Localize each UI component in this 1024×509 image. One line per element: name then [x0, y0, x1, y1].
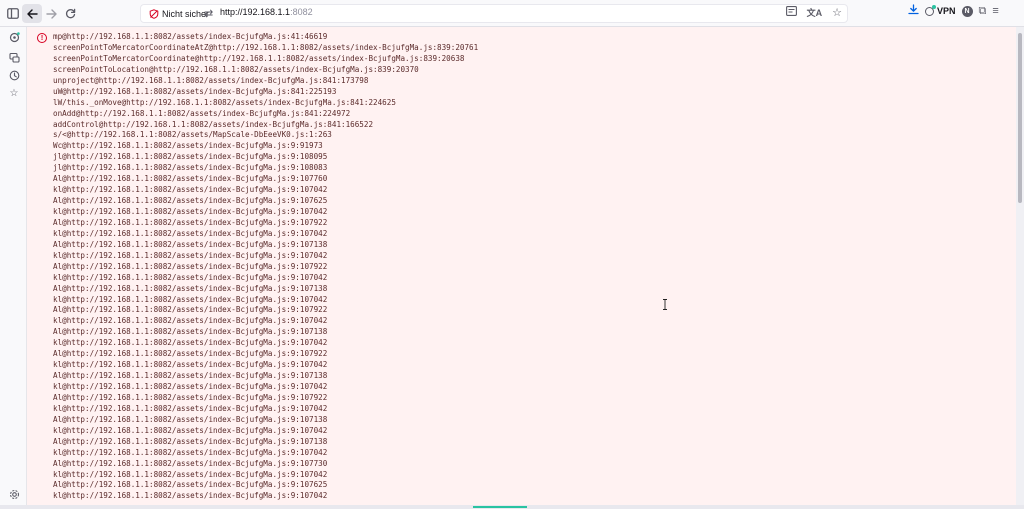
stack-frame: jl@http://192.168.1.1:8082/assets/index-… — [53, 152, 328, 162]
stack-frame: kl@http://192.168.1.1:8082/assets/index-… — [53, 207, 328, 216]
account-avatar[interactable]: N — [961, 5, 973, 17]
customize-sidebar-icon[interactable] — [8, 488, 20, 500]
stack-frame: s/<@http://192.168.1.1:8082/assets/MapSc… — [53, 130, 332, 140]
history-icon[interactable] — [8, 69, 20, 81]
permissions-icon[interactable]: ⇄ — [204, 7, 213, 20]
stack-frame: Al@http://192.168.1.1:8082/assets/index-… — [53, 436, 328, 446]
bookmarks-icon[interactable]: ☆ — [8, 87, 20, 99]
stack-frame: screenPointToLocation@http://192.168.1.1… — [53, 64, 419, 74]
stack-frame: kl@http://192.168.1.1:8082/assets/index-… — [53, 403, 328, 413]
stack-frame: kl@http://192.168.1.1:8082/assets/index-… — [53, 250, 328, 260]
extensions-icon[interactable]: ⧉ — [979, 5, 987, 18]
stack-frame: Al@http://192.168.1.1:8082/assets/index-… — [53, 196, 328, 206]
vpn-status-icon — [925, 4, 936, 16]
bookmark-star-icon[interactable]: ☆ — [832, 6, 842, 19]
reload-button[interactable] — [60, 4, 80, 23]
stack-frame: kl@http://192.168.1.1:8082/assets/index-… — [53, 228, 328, 238]
downloads-icon[interactable] — [908, 4, 919, 18]
stack-frame: Al@http://192.168.1.1:8082/assets/index-… — [53, 217, 328, 227]
stack-frame: kl@http://192.168.1.1:8082/assets/index-… — [53, 469, 328, 479]
sidebar-toggle-icon[interactable] — [3, 4, 23, 23]
stack-frame: screenPointToMercatorCoordinate@http://1… — [53, 53, 465, 63]
ai-chatbot-icon[interactable] — [8, 31, 20, 43]
stack-frame: mp@http://192.168.1.1:8082/assets/index-… — [53, 32, 328, 41]
vpn-label: VPN — [937, 6, 956, 16]
stack-frame: lW/this._onMove@http://192.168.1.1:8082/… — [53, 97, 396, 107]
stack-frame: kl@http://192.168.1.1:8082/assets/index-… — [53, 338, 328, 348]
stack-frame: Al@http://192.168.1.1:8082/assets/index-… — [53, 414, 328, 424]
stack-frame: addControl@http://192.168.1.1:8082/asset… — [53, 119, 374, 129]
translate-icon[interactable]: 文A — [807, 6, 823, 19]
stack-frame: Al@http://192.168.1.1:8082/assets/index-… — [53, 174, 328, 184]
stack-frame: screenPointToMercatorCoordinateAtZ@http:… — [53, 42, 479, 52]
stack-frame: kl@http://192.168.1.1:8082/assets/index-… — [53, 272, 328, 282]
stack-frame: kl@http://192.168.1.1:8082/assets/index-… — [53, 382, 328, 391]
stack-frame: kl@http://192.168.1.1:8082/assets/index-… — [53, 185, 328, 195]
stack-frame: kl@http://192.168.1.1:8082/assets/index-… — [53, 360, 328, 370]
url-port: :8082 — [290, 7, 313, 17]
text-cursor-icon — [663, 299, 667, 310]
stack-frame: Al@http://192.168.1.1:8082/assets/index-… — [53, 371, 328, 381]
stack-frame: kl@http://192.168.1.1:8082/assets/index-… — [53, 491, 328, 501]
vpn-button[interactable]: VPN — [925, 4, 956, 16]
stack-frame: Al@http://192.168.1.1:8082/assets/index-… — [53, 458, 328, 468]
scrollbar-thumb[interactable] — [1018, 33, 1022, 203]
stack-frame: Al@http://192.168.1.1:8082/assets/index-… — [53, 305, 328, 315]
forward-button[interactable] — [41, 4, 61, 23]
stack-frame: Al@http://192.168.1.1:8082/assets/index-… — [53, 283, 328, 293]
stack-frame: Al@http://192.168.1.1:8082/assets/index-… — [53, 349, 328, 359]
stack-frame: Al@http://192.168.1.1:8082/assets/index-… — [53, 392, 328, 402]
security-label: Nicht sicher — [162, 8, 210, 19]
stack-frame: Al@http://192.168.1.1:8082/assets/index-… — [53, 480, 328, 490]
address-bar[interactable]: Nicht sicher ⇄ http://192.168.1.1:8082 文… — [140, 4, 848, 23]
stack-frame: Al@http://192.168.1.1:8082/assets/index-… — [53, 261, 328, 271]
stack-frame: Al@http://192.168.1.1:8082/assets/index-… — [53, 239, 328, 249]
stack-frame: onAdd@http://192.168.1.1:8082/assets/ind… — [53, 108, 351, 118]
stack-frame: kl@http://192.168.1.1:8082/assets/index-… — [53, 425, 328, 435]
stack-frame: Al@http://192.168.1.1:8082/assets/index-… — [53, 327, 328, 337]
reader-view-icon[interactable] — [785, 6, 797, 19]
taskbar-active-indicator — [473, 506, 527, 508]
stack-frame: unproject@http://192.168.1.1:8082/assets… — [53, 75, 369, 85]
browser-sidebar: ☆ — [0, 27, 27, 509]
stack-frame: kl@http://192.168.1.1:8082/assets/index-… — [53, 316, 328, 326]
app-menu-icon[interactable]: ≡ — [992, 5, 998, 17]
shield-slash-icon — [149, 8, 159, 19]
site-security-indicator[interactable]: Nicht sicher — [145, 6, 213, 21]
error-stack-trace: mp@http://192.168.1.1:8082/assets/index-… — [53, 32, 478, 502]
synced-tabs-icon[interactable] — [8, 51, 20, 63]
scrollbar[interactable] — [1016, 27, 1024, 509]
stack-frame: kl@http://192.168.1.1:8082/assets/index-… — [53, 294, 328, 304]
url-host: http://192.168.1.1 — [220, 7, 291, 17]
error-icon: ! — [37, 33, 47, 43]
stack-frame: kl@http://192.168.1.1:8082/assets/index-… — [53, 447, 328, 457]
stack-frame: Wc@http://192.168.1.1:8082/assets/index-… — [53, 141, 323, 151]
url-text[interactable]: http://192.168.1.1:8082 — [220, 7, 313, 17]
stack-frame: jl@http://192.168.1.1:8082/assets/index-… — [53, 163, 328, 173]
back-button[interactable] — [22, 4, 42, 23]
browser-toolbar: Nicht sicher ⇄ http://192.168.1.1:8082 文… — [0, 0, 1024, 27]
error-page: ! mp@http://192.168.1.1:8082/assets/inde… — [27, 27, 1016, 509]
stack-frame: uW@http://192.168.1.1:8082/assets/index-… — [53, 86, 337, 96]
